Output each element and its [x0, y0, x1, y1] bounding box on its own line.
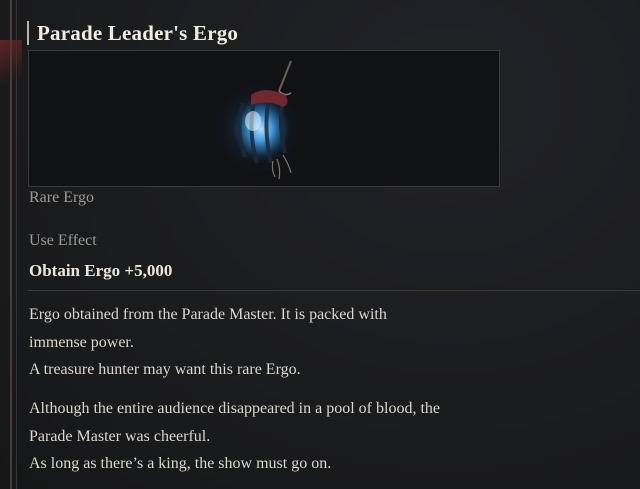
- title-accent-bar: [27, 21, 29, 45]
- item-detail-panel: Parade Leader's Ergo Rare Ergo Use Effec…: [0, 0, 640, 489]
- item-title: Parade Leader's Ergo: [37, 20, 239, 45]
- description-line: A treasure hunter may want this rare Erg…: [29, 361, 301, 378]
- description-line: As long as there’s a king, the show must…: [29, 455, 332, 472]
- item-rarity: Rare Ergo: [29, 189, 95, 206]
- title-bar: Parade Leader's Ergo: [27, 20, 238, 46]
- left-frame-decoration: [0, 0, 30, 489]
- description-line: Ergo obtained from the Parade Master. It…: [29, 306, 387, 323]
- frame-line-outer: [10, 0, 12, 489]
- description-paragraph-1: Ergo obtained from the Parade Master. It…: [29, 301, 619, 384]
- description-paragraph-2: Although the entire audience disappeared…: [29, 395, 619, 478]
- section-divider: [28, 290, 640, 291]
- item-image-frame: [28, 50, 500, 187]
- ergo-orb-icon: [209, 60, 305, 180]
- description-line: Although the entire audience disappeared…: [29, 400, 440, 417]
- frame-line-inner: [16, 0, 17, 489]
- description-line: immense power.: [29, 333, 134, 351]
- description-line: Parade Master was cheerful.: [29, 427, 211, 445]
- use-effect-value: Obtain Ergo +5,000: [29, 261, 173, 280]
- use-effect-label: Use Effect: [29, 232, 97, 249]
